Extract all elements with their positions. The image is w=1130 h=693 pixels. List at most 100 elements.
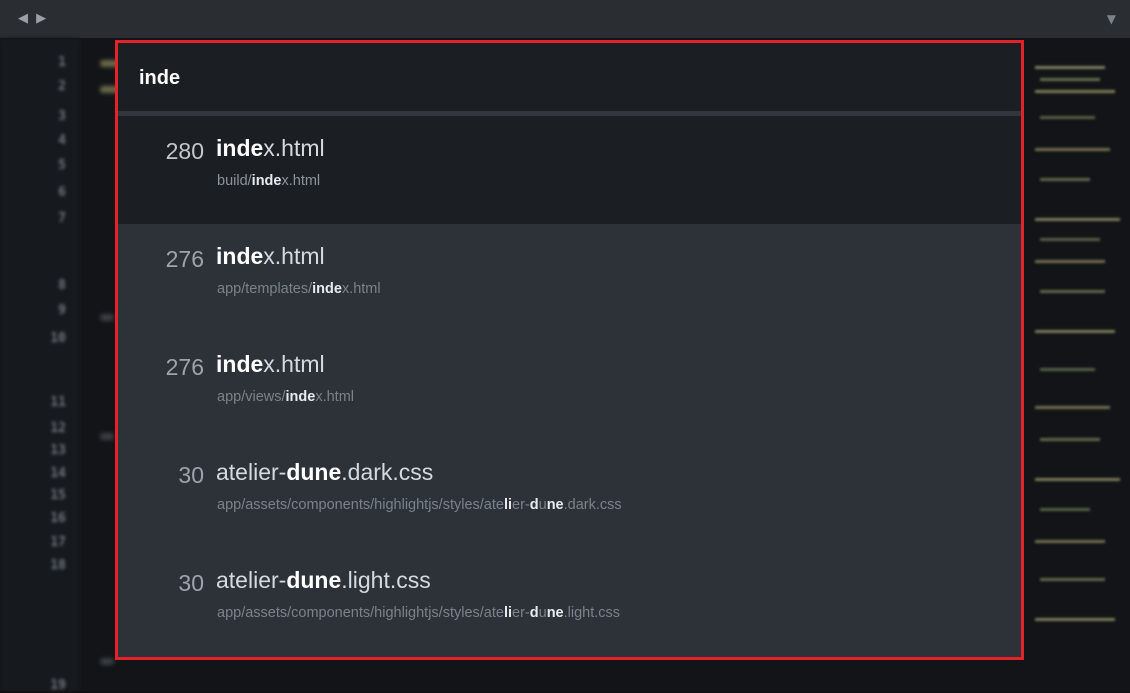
result-file-path: build/index.html bbox=[217, 173, 320, 189]
name-rest: x.html bbox=[263, 243, 325, 269]
line-number: 9 bbox=[58, 303, 66, 318]
path-match: d bbox=[529, 605, 539, 621]
match-score: 30 bbox=[178, 462, 204, 488]
path-mid: er- bbox=[512, 497, 530, 513]
minimap-line bbox=[1035, 330, 1115, 333]
result-file-name: index.html bbox=[216, 243, 325, 270]
name-match: inde bbox=[216, 351, 264, 377]
finder-search-input[interactable]: inde bbox=[118, 43, 1021, 116]
minimap-line bbox=[1035, 260, 1105, 263]
path-mid: er- bbox=[512, 605, 530, 621]
finder-result-item[interactable]: 30 atelier-dune.light.css app/assets/com… bbox=[118, 548, 1021, 656]
line-number: 10 bbox=[50, 331, 66, 346]
minimap-line bbox=[1035, 218, 1120, 221]
code-fragment bbox=[100, 658, 114, 665]
name-rest: .dark.css bbox=[341, 459, 434, 485]
line-number: 1 bbox=[58, 55, 66, 70]
name-match: dune bbox=[286, 459, 342, 485]
minimap-line bbox=[1040, 116, 1095, 119]
result-file-name: atelier-dune.light.css bbox=[216, 567, 431, 594]
path-post: .light.css bbox=[563, 605, 621, 621]
minimap-line bbox=[1035, 618, 1115, 621]
line-number: 6 bbox=[58, 185, 66, 200]
minimap-line bbox=[1040, 78, 1100, 81]
path-mid: u bbox=[538, 605, 547, 621]
tab-dropdown-icon[interactable]: ▼ bbox=[1107, 12, 1116, 26]
path-pre: app/templates/ bbox=[217, 281, 313, 297]
result-file-name: index.html bbox=[216, 351, 325, 378]
finder-results-list: 280 index.html build/index.html 276 inde… bbox=[118, 116, 1021, 656]
line-number: 11 bbox=[50, 395, 66, 410]
path-match: d bbox=[529, 497, 539, 513]
minimap-line bbox=[1040, 578, 1105, 581]
result-file-path: app/views/index.html bbox=[217, 389, 354, 405]
minimap-line bbox=[1035, 406, 1110, 409]
minimap-line bbox=[1035, 90, 1115, 93]
result-file-path: app/assets/components/highlightjs/styles… bbox=[217, 605, 620, 621]
path-match: li bbox=[503, 605, 513, 621]
line-number-gutter: 1 2 3 4 5 6 7 8 9 10 11 12 13 14 15 16 1… bbox=[0, 38, 80, 693]
name-pre: atelier- bbox=[216, 567, 287, 593]
minimap-line bbox=[1040, 238, 1100, 241]
result-file-path: app/assets/components/highlightjs/styles… bbox=[217, 497, 622, 513]
editor-tab-bar: ◀ ▶ ▼ bbox=[0, 0, 1130, 38]
result-file-name: atelier-dune.dark.css bbox=[216, 459, 433, 486]
line-number: 4 bbox=[58, 133, 66, 148]
minimap-line bbox=[1035, 66, 1105, 69]
minimap-line bbox=[1035, 478, 1120, 481]
path-post: x.html bbox=[315, 389, 354, 405]
match-score: 280 bbox=[165, 138, 204, 164]
result-file-path: app/templates/index.html bbox=[217, 281, 381, 297]
minimap-line bbox=[1040, 438, 1100, 441]
name-rest: .light.css bbox=[341, 567, 431, 593]
name-pre: atelier- bbox=[216, 459, 287, 485]
code-fragment bbox=[100, 314, 114, 321]
finder-result-item[interactable]: 276 index.html app/views/index.html bbox=[118, 332, 1021, 440]
search-query-text: inde bbox=[139, 67, 181, 89]
line-number: 13 bbox=[50, 443, 66, 458]
minimap-line bbox=[1040, 178, 1090, 181]
match-score: 30 bbox=[178, 570, 204, 596]
path-pre: app/assets/components/highlightjs/styles… bbox=[217, 497, 504, 513]
minimap-line bbox=[1040, 368, 1095, 371]
name-rest: x.html bbox=[263, 135, 325, 161]
line-number: 2 bbox=[58, 79, 66, 94]
path-pre: build/ bbox=[217, 173, 252, 189]
match-score: 276 bbox=[165, 354, 204, 380]
line-number: 8 bbox=[58, 278, 66, 293]
path-post: x.html bbox=[281, 173, 321, 189]
line-number: 5 bbox=[58, 158, 66, 173]
name-match: inde bbox=[216, 243, 264, 269]
line-number: 18 bbox=[50, 558, 66, 573]
name-match: inde bbox=[216, 135, 264, 161]
path-match: inde bbox=[251, 173, 282, 189]
result-file-name: index.html bbox=[216, 135, 325, 162]
history-nav-arrows-icon[interactable]: ◀ ▶ bbox=[18, 11, 48, 26]
path-match: inde bbox=[312, 281, 342, 297]
path-match: li bbox=[503, 497, 513, 513]
minimap-line bbox=[1035, 540, 1105, 543]
path-match: ne bbox=[546, 605, 564, 621]
line-number: 15 bbox=[50, 488, 66, 503]
minimap-line bbox=[1040, 290, 1105, 293]
path-pre: app/views/ bbox=[217, 389, 286, 405]
path-match: ne bbox=[546, 497, 564, 513]
path-match: inde bbox=[285, 389, 316, 405]
path-post: .dark.css bbox=[563, 497, 622, 513]
name-match: dune bbox=[286, 567, 342, 593]
finder-result-item[interactable]: 280 index.html build/index.html bbox=[118, 116, 1021, 224]
fuzzy-file-finder: inde 280 index.html build/index.html 276… bbox=[115, 40, 1024, 660]
code-fragment bbox=[100, 433, 114, 440]
line-number: 17 bbox=[50, 535, 66, 550]
line-number: 3 bbox=[58, 109, 66, 124]
finder-result-item[interactable]: 30 atelier-dune.dark.css app/assets/comp… bbox=[118, 440, 1021, 548]
line-number: 7 bbox=[58, 211, 66, 226]
line-number: 12 bbox=[50, 421, 66, 436]
path-mid: u bbox=[538, 497, 547, 513]
minimap-line bbox=[1035, 148, 1110, 151]
path-pre: app/assets/components/highlightjs/styles… bbox=[217, 605, 504, 621]
finder-result-item[interactable]: 276 index.html app/templates/index.html bbox=[118, 224, 1021, 332]
match-score: 276 bbox=[165, 246, 204, 272]
minimap[interactable] bbox=[1030, 38, 1130, 691]
line-number: 14 bbox=[50, 466, 66, 481]
